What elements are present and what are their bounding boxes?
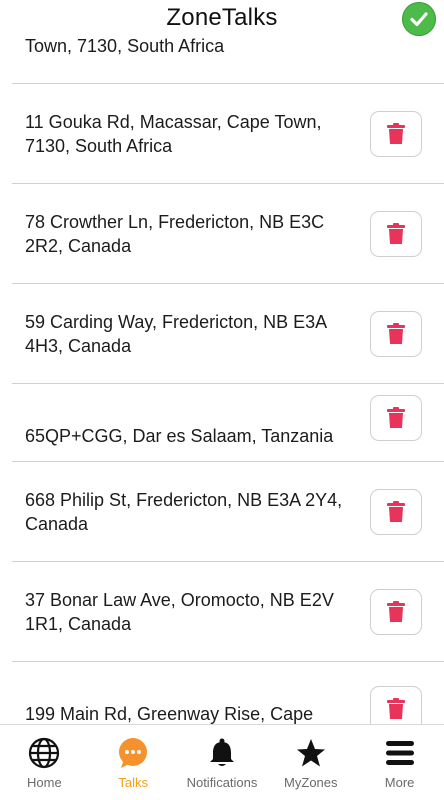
list-item: 668 Philip St, Fredericton, NB E3A 2Y4, … — [12, 462, 444, 562]
delete-button[interactable] — [370, 310, 422, 357]
trash-icon — [387, 406, 405, 428]
trash-icon — [387, 222, 405, 244]
address-text: 37 Bonar Law Ave, Oromocto, NB E2V 1R1, … — [25, 589, 334, 634]
trash-icon — [387, 122, 405, 144]
globe-icon — [28, 737, 60, 769]
address-text: 668 Philip St, Fredericton, NB E3A 2Y4, … — [25, 489, 343, 534]
address-text: 11 Gouka Rd, Macassar, Cape Town, 7130, … — [25, 111, 322, 156]
address-text: 78 Crowther Ln, Fredericton, NB E3C 2R2,… — [25, 211, 325, 256]
trash-icon — [387, 322, 405, 344]
tab-home[interactable]: Home — [0, 725, 89, 800]
confirm-button[interactable] — [402, 2, 436, 36]
tab-myzones[interactable]: MyZones — [266, 725, 355, 800]
delete-button[interactable] — [370, 488, 422, 535]
delete-button[interactable] — [370, 588, 422, 635]
tab-label: MyZones — [284, 775, 338, 790]
bell-icon — [206, 737, 238, 769]
delete-button[interactable] — [370, 686, 422, 724]
tab-label: Talks — [118, 775, 148, 790]
bottom-tab-bar: Home Talks Notifications MyZones More — [0, 724, 444, 800]
list-item: 37 Bonar Law Ave, Oromocto, NB E2V 1R1, … — [12, 562, 444, 662]
check-circle-icon — [410, 12, 428, 27]
chat-bubble-icon — [117, 737, 149, 769]
tab-label: More — [384, 775, 415, 790]
list-item: 11 Gouka Rd, Macassar, Cape Town, 7130, … — [12, 84, 444, 184]
trash-icon — [387, 698, 405, 719]
tab-notifications[interactable]: Notifications — [178, 725, 267, 800]
address-text: 59 Carding Way, Fredericton, NB E3A 4H3,… — [25, 311, 327, 356]
trash-icon — [387, 500, 405, 522]
list-item: 65QP+CGG, Dar es Salaam, Tanzania — [12, 384, 444, 462]
delete-button[interactable] — [370, 110, 422, 157]
delete-button[interactable] — [370, 394, 422, 441]
address-list[interactable]: 199 Main Rd, Greenway Rise, Cape Town, 7… — [0, 0, 444, 724]
list-item: 199 Main Rd, Greenway Rise, Cape Town, 7… — [12, 662, 444, 724]
app-header: ZoneTalks — [0, 0, 444, 36]
tab-label: Notifications — [186, 775, 258, 790]
tab-more[interactable]: More — [355, 725, 444, 800]
menu-icon — [384, 737, 416, 769]
address-text: 199 Main Rd, Greenway Rise, Cape Town, 7… — [25, 704, 314, 724]
trash-icon — [387, 600, 405, 622]
delete-button[interactable] — [370, 210, 422, 257]
list-item: 78 Crowther Ln, Fredericton, NB E3C 2R2,… — [12, 184, 444, 284]
page-title: ZoneTalks — [166, 4, 278, 31]
address-text: 65QP+CGG, Dar es Salaam, Tanzania — [25, 425, 334, 446]
star-icon — [295, 737, 327, 769]
list-item: 59 Carding Way, Fredericton, NB E3A 4H3,… — [12, 284, 444, 384]
tab-label: Home — [27, 775, 62, 790]
tab-talks[interactable]: Talks — [89, 725, 178, 800]
